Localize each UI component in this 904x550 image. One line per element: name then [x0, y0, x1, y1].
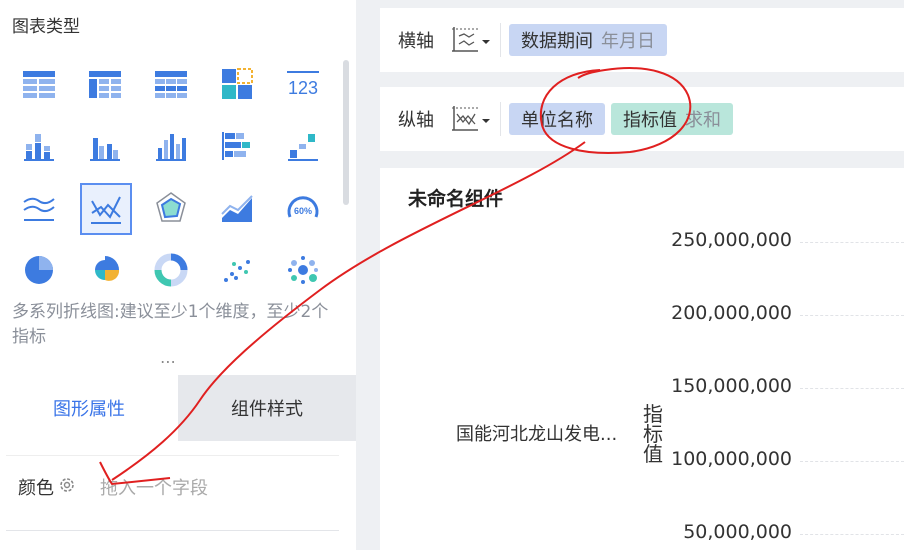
- x-axis-row: 横轴 数据期间 年月日: [380, 8, 904, 72]
- x-axis-type-icon[interactable]: [450, 25, 492, 55]
- y-axis-title: 指标值: [642, 404, 664, 464]
- y-axis-field-name-dimension: 单位名称: [521, 110, 593, 131]
- tab-component-style[interactable]: 组件样式: [178, 375, 356, 441]
- chart-title[interactable]: 未命名组件: [408, 184, 503, 211]
- y-tick-label: 50,000,000: [683, 521, 792, 543]
- grouped-column-icon[interactable]: [80, 124, 130, 168]
- left-panel: 图表类型 123 60% 多系列折线图:建议至少1个维度，至少2个指标 ⋯ 图形…: [0, 0, 356, 550]
- rose-pie-icon[interactable]: [80, 248, 130, 292]
- y-tick-label: 250,000,000: [671, 229, 792, 251]
- donut-icon[interactable]: [146, 248, 196, 292]
- bubble-icon[interactable]: [278, 248, 328, 292]
- y-axis-type-icon[interactable]: [450, 104, 492, 134]
- x-axis-divider: [500, 23, 501, 57]
- pie-icon[interactable]: [14, 248, 64, 292]
- column-icon[interactable]: [146, 124, 196, 168]
- number-icon[interactable]: 123: [278, 62, 328, 106]
- app-root: 图表类型 123 60% 多系列折线图:建议至少1个维度，至少2个指标 ⋯ 图形…: [0, 0, 904, 550]
- chevron-down-icon: [482, 119, 490, 123]
- cross-table-icon[interactable]: [80, 62, 130, 106]
- table-icon[interactable]: [14, 62, 64, 106]
- area-icon[interactable]: [212, 186, 262, 230]
- x-axis-field-name: 数据期间: [521, 31, 593, 52]
- y-axis-title-char: 标: [643, 422, 663, 446]
- y-tick-label: 100,000,000: [671, 448, 792, 470]
- gridline: [800, 461, 904, 462]
- y-axis-row: 纵轴 单位名称 指标值 求和: [380, 87, 904, 151]
- color-field-dropzone[interactable]: 颜色 拖入一个字段: [6, 455, 339, 517]
- color-field-placeholder: 拖入一个字段: [100, 477, 208, 499]
- y-tick-label: 150,000,000: [671, 375, 792, 397]
- y-axis-label: 纵轴: [398, 110, 434, 131]
- scatter-icon[interactable]: [212, 248, 262, 292]
- chart-type-title: 图表类型: [12, 17, 80, 37]
- y-axis-field-name-measure: 指标值: [623, 110, 677, 131]
- gauge-icon-text: 60%: [294, 206, 312, 216]
- y-axis-field-aggregation: 求和: [685, 110, 721, 131]
- property-tabs: 图形属性 组件样式: [0, 375, 356, 441]
- gridline: [800, 242, 904, 243]
- color-label: 颜色: [18, 477, 54, 499]
- number-icon-text: 123: [288, 78, 318, 98]
- gridline: [800, 315, 904, 316]
- x-axis-label: 横轴: [398, 31, 434, 52]
- detail-table-icon[interactable]: [146, 62, 196, 106]
- y-axis-title-char: 值: [643, 442, 663, 466]
- tab-graph-properties[interactable]: 图形属性: [0, 375, 178, 441]
- gridline: [800, 388, 904, 389]
- y-axis-field-pill-measure[interactable]: 指标值 求和: [611, 103, 733, 135]
- gear-icon[interactable]: [58, 476, 76, 498]
- chart-type-hint: 多系列折线图:建议至少1个维度，至少2个指标: [12, 302, 329, 347]
- category-label: 国能河北龙山发电...: [456, 424, 618, 445]
- next-property-row: [6, 530, 339, 550]
- stacked-bar-icon[interactable]: [212, 124, 262, 168]
- chart-panel: 未命名组件 250,000,000 200,000,000 150,000,000 1…: [380, 168, 904, 550]
- x-axis-field-granularity: 年月日: [601, 31, 655, 52]
- multi-line-icon[interactable]: [14, 186, 64, 230]
- chart-type-scrollbar[interactable]: [343, 60, 349, 205]
- kpi-card-icon[interactable]: [212, 62, 262, 106]
- gridline: [800, 534, 904, 535]
- y-axis-field-pill-dimension[interactable]: 单位名称: [509, 103, 605, 135]
- y-tick-label: 200,000,000: [671, 302, 792, 324]
- chevron-down-icon: [482, 40, 490, 44]
- gauge-icon[interactable]: 60%: [278, 186, 328, 230]
- y-axis-divider: [500, 102, 501, 136]
- y-axis-title-char: 指: [643, 402, 663, 426]
- step-bar-icon[interactable]: [278, 124, 328, 168]
- stacked-column-icon[interactable]: [14, 124, 64, 168]
- drag-handle-icon[interactable]: ⋯: [160, 352, 177, 371]
- x-axis-field-pill[interactable]: 数据期间 年月日: [509, 24, 667, 56]
- multi-series-line-icon[interactable]: [80, 183, 132, 235]
- radar-icon[interactable]: [146, 186, 196, 230]
